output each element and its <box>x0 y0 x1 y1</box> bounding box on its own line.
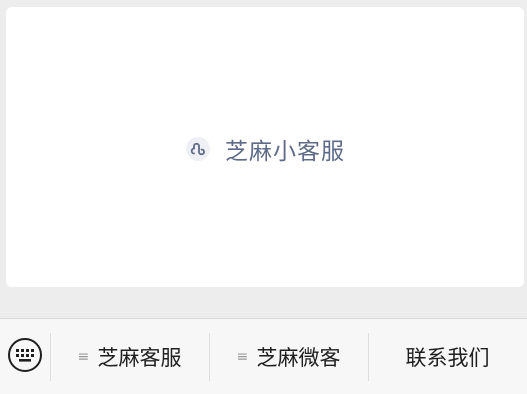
mini-program-name: 芝麻小客服 <box>225 139 345 165</box>
chat-page: 芝麻小客服 ≡ 芝麻客服 ≡ 芝麻微客 联系我们 <box>0 0 527 394</box>
menu-lines-icon: ≡ <box>77 349 90 365</box>
menu-item-zhima-kefu[interactable]: ≡ 芝麻客服 <box>50 319 209 394</box>
menu-item-contact-us[interactable]: 联系我们 <box>368 319 527 394</box>
keyboard-icon <box>7 337 43 377</box>
menu-lines-icon: ≡ <box>236 349 249 365</box>
menu-item-label: 芝麻微客 <box>256 346 341 370</box>
mini-program-icon <box>185 136 211 162</box>
menu-item-zhima-weike[interactable]: ≡ 芝麻微客 <box>209 319 368 394</box>
keyboard-toggle-button[interactable] <box>0 319 50 394</box>
menu-item-label: 联系我们 <box>405 346 490 370</box>
mini-program-link[interactable]: 芝麻小客服 <box>185 132 345 166</box>
menu-item-label: 芝麻客服 <box>97 346 182 370</box>
mini-program-card[interactable]: 芝麻小客服 <box>6 7 524 287</box>
custom-menu-bar: ≡ 芝麻客服 ≡ 芝麻微客 联系我们 <box>0 318 527 394</box>
